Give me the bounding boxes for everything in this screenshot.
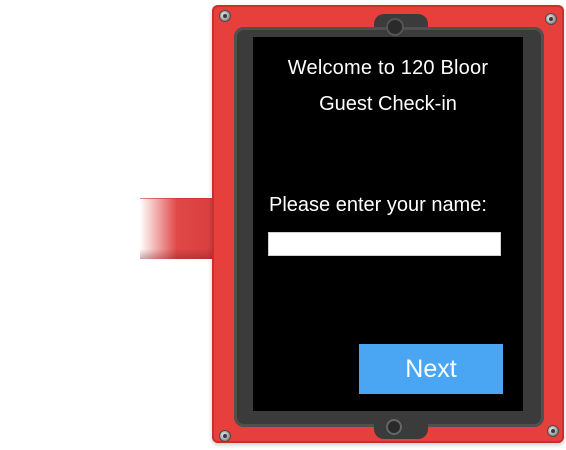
screw-icon bbox=[219, 10, 231, 22]
screw-icon bbox=[547, 425, 559, 437]
screw-icon bbox=[219, 430, 231, 442]
mounting-arm bbox=[140, 198, 222, 259]
camera-icon bbox=[386, 18, 404, 36]
next-button[interactable]: Next bbox=[359, 344, 503, 394]
name-prompt-label: Please enter your name: bbox=[269, 194, 487, 216]
home-button[interactable] bbox=[386, 419, 402, 435]
welcome-title: Welcome to 120 Bloor bbox=[287, 57, 489, 79]
screw-icon bbox=[545, 13, 557, 25]
checkin-subtitle: Guest Check-in bbox=[319, 93, 457, 115]
name-input[interactable] bbox=[268, 232, 501, 256]
kiosk-screen: Welcome to 120 Bloor Guest Check-in Plea… bbox=[253, 37, 523, 411]
